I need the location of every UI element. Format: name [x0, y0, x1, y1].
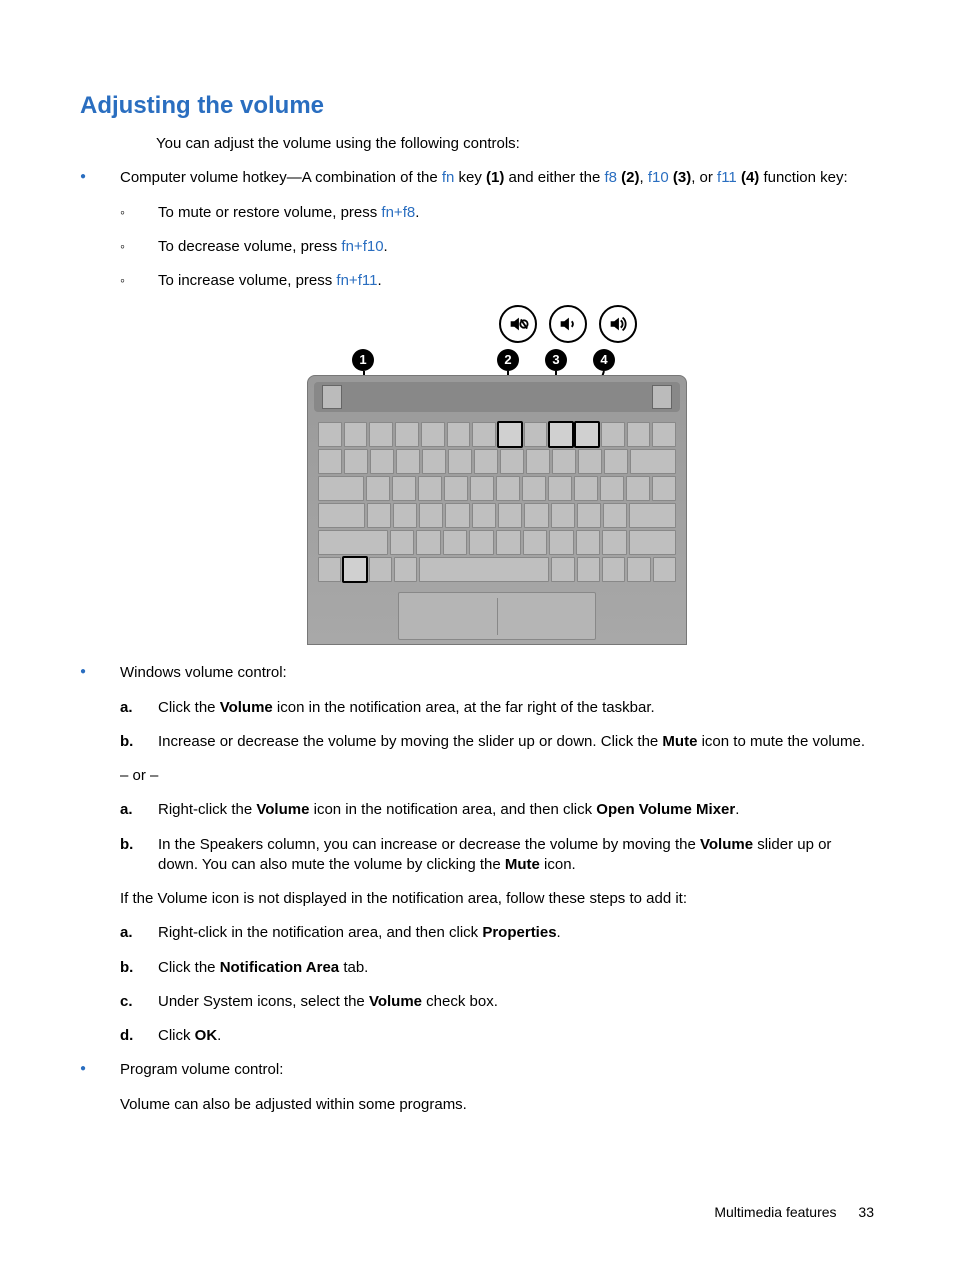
- text: Volume: [220, 699, 273, 716]
- page-footer: Multimedia features 33: [714, 1204, 874, 1220]
- text: , or: [691, 169, 717, 186]
- f8-key-link: f8: [604, 169, 617, 186]
- step-b: b.Click the Notification Area tab.: [120, 958, 874, 978]
- text: check box.: [422, 993, 498, 1010]
- keyboard-touchpad: [398, 592, 596, 640]
- text: icon.: [540, 856, 576, 873]
- text: .: [415, 204, 419, 221]
- text: Notification Area: [220, 959, 339, 976]
- footer-page-number: 33: [858, 1204, 874, 1220]
- text: Mute: [662, 733, 697, 750]
- text: .: [735, 801, 739, 818]
- step-a: a.Right-click the Volume icon in the not…: [120, 800, 874, 820]
- step-a: a.Right-click in the notification area, …: [120, 923, 874, 943]
- footer-section-label: Multimedia features: [714, 1204, 836, 1220]
- text: Open Volume Mixer: [596, 801, 735, 818]
- bullet-hotkey: Computer volume hotkey—A combination of …: [80, 168, 874, 645]
- text: key: [454, 169, 486, 186]
- keyboard-hinge: [314, 382, 680, 412]
- f11-key-link: f11: [717, 169, 737, 186]
- keyboard-body: [307, 375, 687, 645]
- f10-key-link: f10: [648, 169, 669, 186]
- text: .: [377, 272, 381, 289]
- bullet-windows-volume: Windows volume control: a.Click the Volu…: [80, 663, 874, 1046]
- steps-2: a.Right-click the Volume icon in the not…: [120, 800, 874, 875]
- text: ,: [639, 169, 647, 186]
- volume-mute-icon: [499, 305, 537, 343]
- text: Click the: [158, 699, 220, 716]
- text: (3): [669, 169, 692, 186]
- bullet-program-volume: Program volume control: Volume can also …: [80, 1060, 874, 1115]
- hotkey-link: fn+f11: [336, 272, 377, 289]
- main-bullet-list: Computer volume hotkey—A combination of …: [80, 168, 874, 1115]
- intro-text: You can adjust the volume using the foll…: [156, 134, 874, 154]
- text: Volume: [700, 836, 753, 853]
- text: Right-click the: [158, 801, 256, 818]
- hotkey-link: fn+f8: [381, 204, 415, 221]
- step-c: c.Under System icons, select the Volume …: [120, 992, 874, 1012]
- text: In the Speakers column, you can increase…: [158, 836, 700, 853]
- text: function key:: [759, 169, 847, 186]
- text: .: [557, 924, 561, 941]
- text: To decrease volume, press: [158, 238, 341, 255]
- text: Program volume control:: [120, 1061, 283, 1078]
- step-d: d.Click OK.: [120, 1026, 874, 1046]
- text: Increase or decrease the volume by movin…: [158, 733, 662, 750]
- hotkey-link: fn+f10: [341, 238, 383, 255]
- add-note: If the Volume icon is not displayed in t…: [120, 889, 874, 909]
- text: (2): [617, 169, 640, 186]
- keyboard-keys: [318, 422, 676, 582]
- text: (4): [737, 169, 760, 186]
- text: OK: [195, 1027, 218, 1044]
- text: and either the: [504, 169, 604, 186]
- fn-key-link: fn: [442, 169, 455, 186]
- sub-mute: To mute or restore volume, press fn+f8.: [120, 203, 874, 223]
- sub-decrease: To decrease volume, press fn+f10.: [120, 237, 874, 257]
- section-heading: Adjusting the volume: [80, 92, 874, 120]
- text: Right-click in the notification area, an…: [158, 924, 482, 941]
- text: .: [384, 238, 388, 255]
- text: icon to mute the volume.: [697, 733, 865, 750]
- text: Windows volume control:: [120, 664, 287, 681]
- text: Volume: [369, 993, 422, 1010]
- text: .: [217, 1027, 221, 1044]
- text: Click the: [158, 959, 220, 976]
- callout-3: 3: [545, 349, 567, 371]
- sub-increase: To increase volume, press fn+f11.: [120, 271, 874, 291]
- steps-3: a.Right-click in the notification area, …: [120, 923, 874, 1046]
- volume-up-icon: [599, 305, 637, 343]
- sub-list: To mute or restore volume, press fn+f8. …: [120, 203, 874, 292]
- text: icon in the notification area, and then …: [309, 801, 596, 818]
- step-a: a.Click the Volume icon in the notificat…: [120, 698, 874, 718]
- callout-4: 4: [593, 349, 615, 371]
- text: To mute or restore volume, press: [158, 204, 381, 221]
- text: (1): [486, 169, 504, 186]
- text: Volume: [256, 801, 309, 818]
- text: Computer volume hotkey—A combination of …: [120, 169, 442, 186]
- keyboard-diagram: 1 2 3 4: [307, 305, 687, 645]
- or-separator: – or –: [120, 766, 874, 786]
- document-page: Adjusting the volume You can adjust the …: [0, 0, 954, 1270]
- callout-2: 2: [497, 349, 519, 371]
- step-b: b.Increase or decrease the volume by mov…: [120, 732, 874, 752]
- callout-1: 1: [352, 349, 374, 371]
- text: Mute: [505, 856, 540, 873]
- step-b: b.In the Speakers column, you can increa…: [120, 835, 874, 876]
- text: icon in the notification area, at the fa…: [273, 699, 655, 716]
- text: tab.: [339, 959, 368, 976]
- text: To increase volume, press: [158, 272, 336, 289]
- text: Click: [158, 1027, 195, 1044]
- text: Properties: [482, 924, 556, 941]
- text: Under System icons, select the: [158, 993, 369, 1010]
- steps-1: a.Click the Volume icon in the notificat…: [120, 698, 874, 753]
- program-volume-text: Volume can also be adjusted within some …: [120, 1095, 874, 1115]
- volume-down-icon: [549, 305, 587, 343]
